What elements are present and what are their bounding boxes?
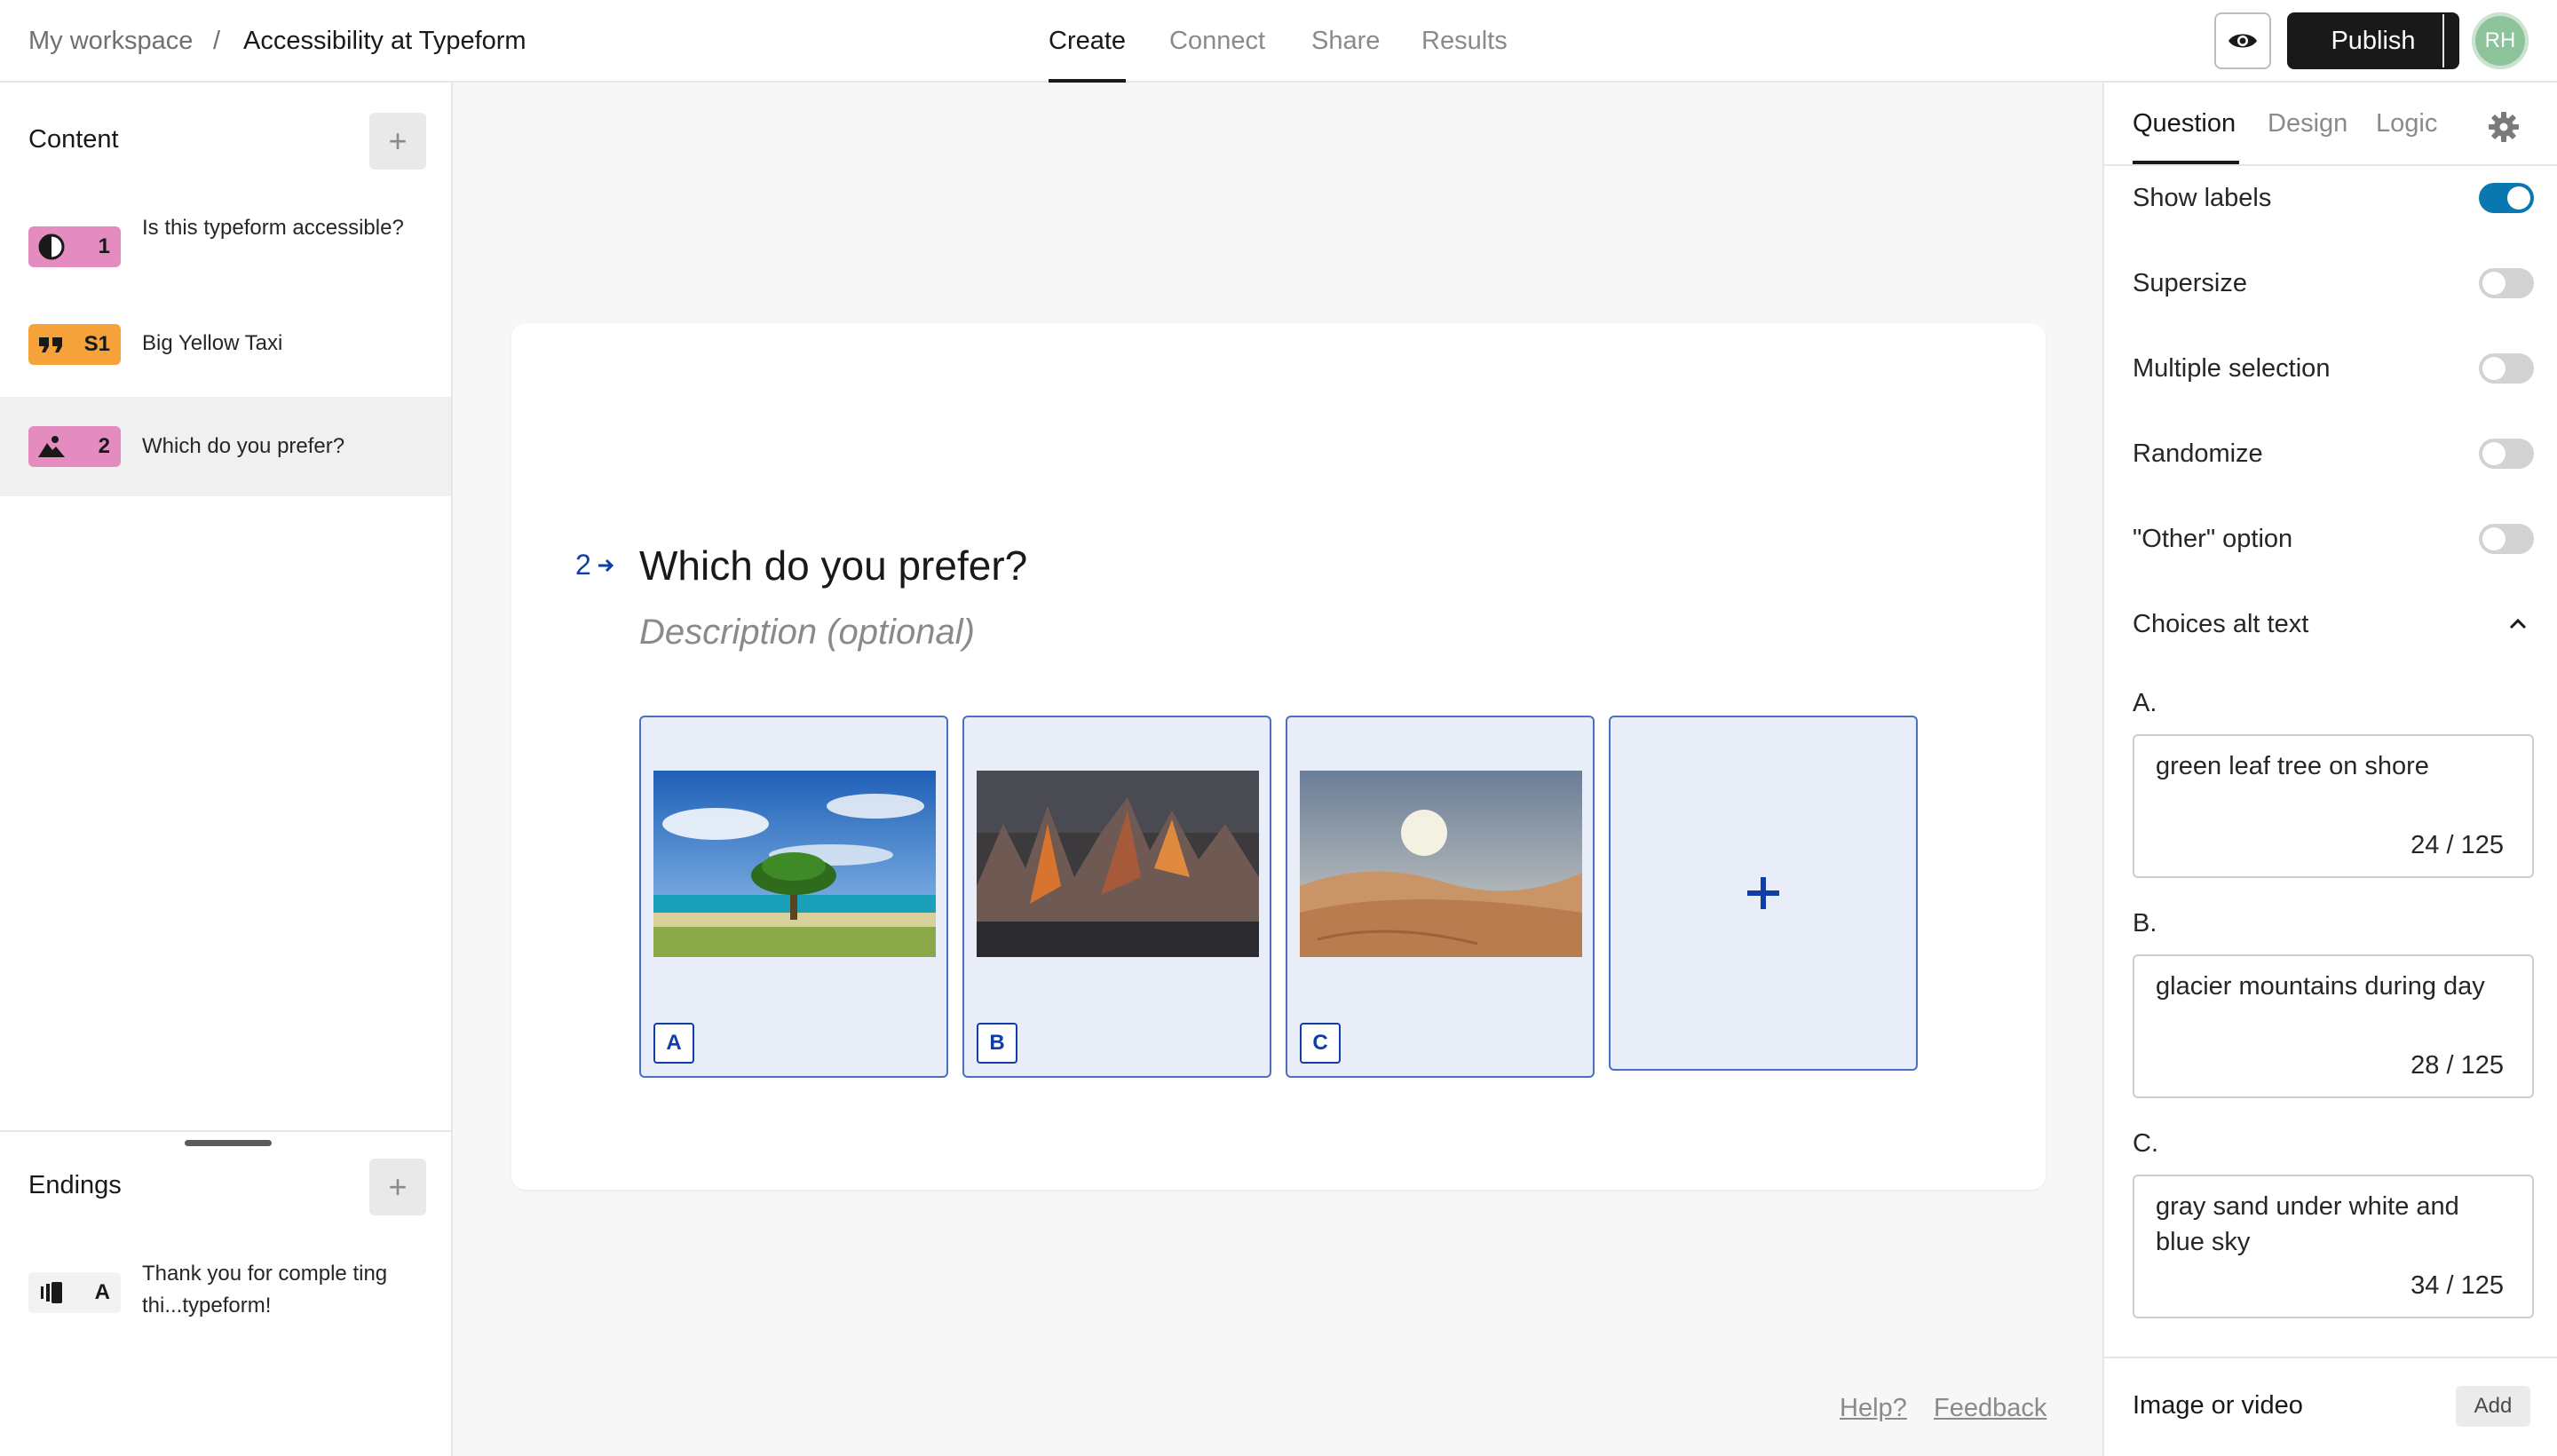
option-label: Supersize (2133, 268, 2247, 297)
question-title[interactable]: Which do you prefer? (639, 542, 1027, 590)
panel-tab-logic[interactable]: Logic (2376, 109, 2437, 138)
option-label: Randomize (2133, 439, 2263, 468)
show-labels-toggle[interactable] (2479, 183, 2534, 213)
option-label: "Other" option (2133, 524, 2293, 553)
breadcrumb-current[interactable]: Accessibility at Typeform (243, 0, 526, 83)
question-badge: 1 (28, 226, 121, 267)
question-badge: S1 (28, 324, 121, 365)
panel-tabs-divider (2104, 164, 2557, 166)
ending-label: Thank you for comple ting thi...typeform… (142, 1262, 388, 1318)
question-item-1[interactable]: 1 Is this typeform accessible? (0, 207, 451, 285)
plus-icon: + (388, 1168, 408, 1205)
ending-item-a[interactable]: A Thank you for comple ting thi...typefo… (0, 1253, 451, 1333)
help-link[interactable]: Help? (1840, 1394, 1907, 1423)
alt-text-value: gray sand under white and blue sky (2156, 1192, 2459, 1256)
plus-icon (1747, 877, 1779, 909)
char-count: 24 / 125 (2411, 831, 2504, 859)
tab-create[interactable]: Create (1049, 0, 1127, 83)
ending-letter: A (94, 1280, 110, 1304)
alt-text-value: green leaf tree on shore (2156, 752, 2429, 780)
option-multiple-selection: Multiple selection (2133, 349, 2534, 388)
question-number: 2 (98, 434, 110, 458)
choice-image-glacier-mountains (977, 771, 1259, 957)
ending-icon (37, 1278, 66, 1307)
question-index: 2 (575, 549, 591, 581)
multiple-selection-toggle[interactable] (2479, 353, 2534, 384)
question-item-s1[interactable]: S1 Big Yellow Taxi (0, 313, 451, 376)
question-item-2[interactable]: 2 Which do you prefer? (0, 397, 451, 496)
choice-image-desert-sand (1300, 771, 1582, 957)
arrow-right-icon (598, 558, 614, 572)
add-media-button[interactable]: Add (2456, 1386, 2530, 1427)
plus-icon: + (388, 123, 408, 159)
choice-key-label: A (653, 1023, 694, 1064)
other-option-toggle[interactable] (2479, 524, 2534, 554)
question-label: Is this typeform accessible? (142, 216, 404, 240)
ending-badge: A (28, 1272, 121, 1313)
contrast-icon (37, 233, 66, 261)
settings-panel: Question Design Logic Show labels Supers… (2102, 83, 2557, 1456)
option-other: "Other" option (2133, 519, 2534, 558)
picture-choice-icon (37, 432, 66, 461)
choice-c[interactable]: C (1286, 716, 1595, 1078)
endings-divider (0, 1130, 451, 1132)
alt-text-field-a[interactable]: green leaf tree on shore 24 / 125 (2133, 734, 2534, 878)
alt-letter: A. (2133, 689, 2157, 717)
add-choice-button[interactable] (1609, 716, 1918, 1071)
panel-tab-design[interactable]: Design (2268, 109, 2347, 138)
supersize-toggle[interactable] (2479, 268, 2534, 298)
breadcrumb-separator: / (213, 27, 221, 55)
option-label: Multiple selection (2133, 353, 2331, 383)
publish-button[interactable]: Publish (2287, 12, 2459, 69)
top-bar: My workspace / Accessibility at Typeform… (0, 0, 2557, 83)
choice-image-tree-on-shore (653, 771, 936, 957)
question-number: S1 (83, 332, 110, 356)
tab-share[interactable]: Share (1311, 0, 1380, 83)
section-label: Choices alt text (2133, 609, 2309, 638)
tab-results[interactable]: Results (1421, 0, 1508, 83)
gear-icon[interactable] (2486, 109, 2521, 145)
question-label: Which do you prefer? (142, 434, 345, 458)
option-show-labels: Show labels (2133, 178, 2534, 218)
add-question-button[interactable]: + (369, 113, 426, 170)
alt-letter: B. (2133, 909, 2157, 938)
question-badge: 2 (28, 426, 121, 467)
alt-text-field-c[interactable]: gray sand under white and blue sky 34 / … (2133, 1175, 2534, 1318)
option-randomize: Randomize (2133, 434, 2534, 473)
header-divider (2442, 14, 2444, 67)
preview-button[interactable] (2214, 12, 2271, 69)
option-supersize: Supersize (2133, 264, 2534, 303)
alt-letter: C. (2133, 1129, 2158, 1158)
question-description[interactable]: Description (optional) (639, 613, 975, 653)
question-number-indicator: 2 (575, 549, 616, 582)
tab-connect[interactable]: Connect (1169, 0, 1265, 83)
feedback-link[interactable]: Feedback (1934, 1394, 2046, 1423)
avatar[interactable]: RH (2472, 12, 2529, 69)
alt-text-value: glacier mountains during day (2156, 972, 2485, 1001)
alt-text-field-b[interactable]: glacier mountains during day 28 / 125 (2133, 954, 2534, 1098)
endings-section-title: Endings (28, 1171, 122, 1199)
char-count: 34 / 125 (2411, 1271, 2504, 1300)
question-label: Big Yellow Taxi (142, 331, 283, 355)
chevron-up-icon (2509, 618, 2527, 629)
randomize-toggle[interactable] (2479, 439, 2534, 469)
choice-key-label: C (1300, 1023, 1341, 1064)
resize-handle[interactable] (185, 1140, 272, 1146)
breadcrumb-workspace[interactable]: My workspace (28, 0, 193, 83)
add-ending-button[interactable]: + (369, 1159, 426, 1215)
media-divider (2104, 1357, 2557, 1358)
image-or-video-label: Image or video (2133, 1391, 2303, 1420)
choice-a[interactable]: A (639, 716, 948, 1078)
choice-b[interactable]: B (962, 716, 1271, 1078)
content-section-title: Content (28, 125, 119, 154)
choice-key-label: B (977, 1023, 1017, 1064)
panel-tab-question[interactable]: Question (2133, 109, 2236, 138)
option-label: Show labels (2133, 183, 2272, 212)
content-sidebar: Content + 1 Is this typeform accessible? (0, 83, 453, 1456)
question-number: 1 (98, 234, 110, 258)
eye-icon (2228, 34, 2257, 48)
choices-alt-text-header[interactable]: Choices alt text (2133, 605, 2534, 644)
char-count: 28 / 125 (2411, 1051, 2504, 1080)
quote-icon (37, 330, 66, 359)
